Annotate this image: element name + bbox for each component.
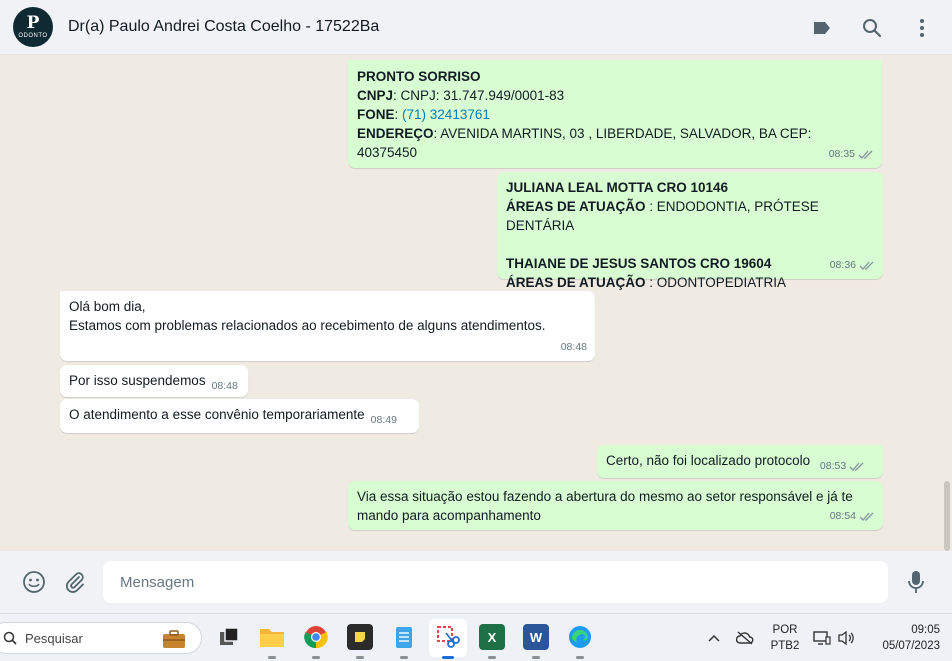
search-label: Pesquisar (25, 630, 83, 646)
running-indicator (312, 656, 320, 659)
running-indicator (268, 656, 276, 659)
cloud-offline-icon[interactable] (736, 629, 754, 647)
label-icon[interactable] (812, 18, 832, 38)
phone-link[interactable]: (71) 32413761 (402, 107, 490, 122)
message-time: 08:35 (828, 148, 855, 160)
chat-header: P ODONTO Dr(a) Paulo Andrei Costa Coelho… (0, 0, 952, 55)
avatar-word: ODONTO (18, 33, 48, 39)
area-label: ÁREAS DE ATUAÇÃO (506, 199, 646, 214)
fone-label: FONE (357, 107, 395, 122)
cnpj-value: : CNPJ: 31.747.949/0001-83 (393, 88, 565, 103)
windows-taskbar: Pesquisar X W POR PTB2 09:05 05/07/2023 (0, 613, 952, 661)
message-composer (0, 551, 952, 613)
double-check-icon (858, 150, 873, 159)
message-meta: 08:35 (829, 145, 874, 164)
message-time: 08:49 (370, 414, 397, 426)
message-time: 08:36 (829, 259, 856, 271)
dentist-2-name: THAIANE DE JESUS SANTOS CRO 19604 (506, 256, 772, 271)
chat-scrollbar[interactable] (944, 481, 950, 551)
message-time: 08:53 (819, 460, 847, 472)
contact-avatar[interactable]: P ODONTO (13, 7, 53, 47)
message-meta: 08:36 (830, 256, 875, 275)
emoji-icon[interactable] (22, 570, 46, 594)
endereco-label: ENDEREÇO (357, 126, 434, 141)
message-text: Estamos com problemas relacionados ao re… (69, 318, 546, 333)
notepad-icon[interactable] (391, 624, 417, 659)
message-input[interactable] (103, 561, 888, 603)
chevron-up-icon[interactable] (705, 629, 723, 647)
double-check-icon (859, 261, 874, 270)
language-code: POR (772, 624, 798, 636)
task-view-icon[interactable] (216, 624, 242, 650)
message-text: mando para acompanhamento (357, 508, 541, 523)
running-indicator (576, 656, 584, 659)
message-outgoing[interactable]: Via essa situação estou fazendo a abertu… (348, 481, 883, 530)
taskbar-search[interactable]: Pesquisar (0, 622, 202, 654)
edge-icon[interactable] (567, 624, 593, 659)
menu-icon[interactable] (912, 18, 932, 38)
message-meta: 08:54 (830, 507, 875, 526)
running-indicator (356, 656, 364, 659)
avatar-mark: P (26, 13, 40, 33)
search-icon[interactable] (862, 18, 882, 38)
message-time: 08:48 (560, 341, 587, 353)
volume-icon[interactable] (837, 629, 855, 647)
header-actions (812, 0, 932, 55)
message-meta: 08:53 (820, 457, 865, 476)
clock-date: 05/07/2023 (882, 640, 940, 652)
excel-icon[interactable]: X (479, 624, 505, 659)
sticky-notes-icon[interactable] (347, 624, 373, 659)
message-text: O atendimento a esse convênio temporaria… (69, 407, 365, 422)
clinic-name: PRONTO SORRISO (357, 69, 481, 84)
message-meta: 08:48 (561, 338, 587, 357)
chat-area[interactable]: PRONTO SORRISO CNPJ: CNPJ: 31.747.949/00… (0, 56, 952, 551)
message-text: Olá bom dia, (69, 299, 146, 314)
message-text: Certo, não foi localizado protocolo (606, 453, 811, 468)
cnpj-label: CNPJ (357, 88, 394, 103)
message-time: 08:48 (211, 380, 238, 392)
message-outgoing[interactable]: Certo, não foi localizado protocolo 08:5… (597, 445, 883, 478)
clock-time: 09:05 (911, 624, 940, 636)
message-incoming[interactable]: Por isso suspendemos 08:48 (60, 365, 248, 397)
microphone-icon[interactable] (904, 570, 928, 594)
running-indicator (400, 656, 408, 659)
input-language[interactable]: POR PTB2 (770, 622, 800, 654)
double-check-icon (849, 462, 864, 471)
attach-icon[interactable] (63, 570, 87, 594)
file-explorer-icon[interactable] (259, 624, 285, 659)
snipping-tool-icon[interactable] (435, 624, 461, 659)
running-indicator (442, 656, 454, 659)
message-text: Por isso suspendemos (69, 373, 206, 388)
area-value: : ODONTOPEDIATRIA (645, 275, 787, 290)
keyboard-layout: PTB2 (770, 640, 800, 652)
word-icon[interactable]: W (523, 624, 549, 659)
briefcase-icon (163, 630, 185, 648)
fone-sep: : (394, 107, 403, 122)
search-icon (3, 631, 17, 645)
chrome-icon[interactable] (303, 624, 329, 659)
clock[interactable]: 09:05 05/07/2023 (866, 622, 940, 654)
running-indicator (532, 656, 540, 659)
dentist-1-name: JULIANA LEAL MOTTA CRO 10146 (506, 180, 729, 195)
double-check-icon (859, 512, 874, 521)
area-label: ÁREAS DE ATUAÇÃO (506, 275, 646, 290)
message-time: 08:54 (829, 510, 856, 522)
message-outgoing[interactable]: JULIANA LEAL MOTTA CRO 10146 ÁREAS DE AT… (497, 172, 883, 290)
message-incoming[interactable]: O atendimento a esse convênio temporaria… (60, 399, 419, 433)
message-outgoing[interactable]: PRONTO SORRISO CNPJ: CNPJ: 31.747.949/00… (348, 60, 882, 168)
contact-name[interactable]: Dr(a) Paulo Andrei Costa Coelho - 17522B… (68, 18, 379, 36)
running-indicator (488, 656, 496, 659)
network-icon[interactable] (813, 629, 831, 647)
message-incoming[interactable]: Olá bom dia, Estamos com problemas relac… (60, 291, 595, 361)
message-text: Via essa situação estou fazendo a abertu… (357, 489, 853, 504)
